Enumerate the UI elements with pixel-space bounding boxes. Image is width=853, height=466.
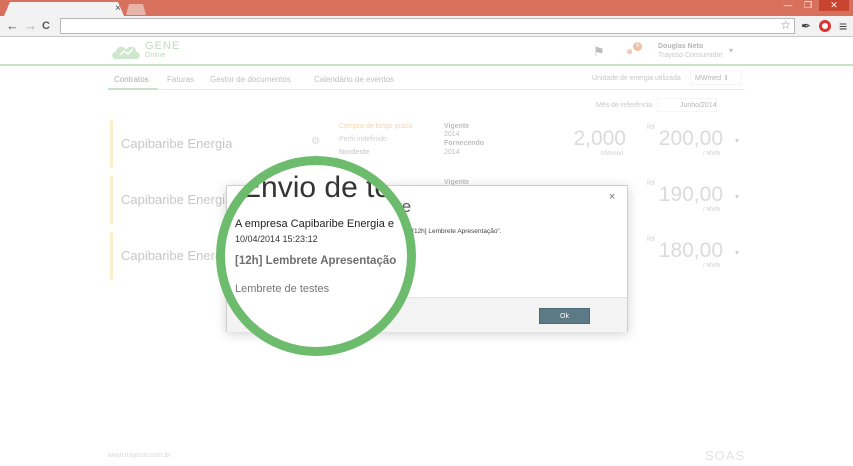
magnified-date: 10/04/2014 15:23:12 (235, 234, 318, 244)
menu-icon[interactable]: ≡ (839, 18, 847, 34)
magnifier-callout: Envio de tes A empresa Capibaribe Energi… (216, 156, 416, 356)
modal-body-text: ete "[12h] Lembrete Apresentação". (399, 228, 502, 235)
ok-button[interactable]: Ok (539, 308, 590, 324)
browser-toolbar: ← → C ☆ ✒ ≡ (0, 16, 853, 37)
reload-icon[interactable]: C (42, 17, 50, 35)
back-arrow-icon[interactable]: ← (6, 17, 19, 35)
magnified-description: Lembrete de testes (235, 283, 330, 295)
bookmark-star-icon[interactable]: ☆ (780, 18, 791, 32)
close-window-button[interactable]: ✕ (819, 0, 849, 11)
minimize-button[interactable]: — (779, 0, 797, 11)
address-bar[interactable]: ☆ (60, 18, 795, 34)
magnified-title: Envio de tes (241, 171, 407, 204)
magnified-subject: [12h] Lembrete Apresentação (235, 255, 397, 267)
eyedropper-icon[interactable]: ✒ (801, 18, 811, 34)
maximize-button[interactable]: ❐ (799, 0, 817, 11)
window-controls: — ❐ ✕ (779, 0, 849, 12)
browser-titlebar: × — ❐ ✕ (0, 0, 853, 16)
forward-arrow-icon[interactable]: → (24, 17, 37, 35)
tab-close-icon[interactable]: × (115, 3, 121, 15)
magnified-company-text: A empresa Capibaribe Energia e (235, 218, 394, 230)
close-icon[interactable]: × (609, 191, 615, 203)
magnified-content: Envio de tes A empresa Capibaribe Energi… (225, 165, 407, 347)
new-tab-button[interactable] (126, 4, 146, 15)
extension-icon[interactable] (819, 20, 831, 32)
browser-tab[interactable]: × (4, 2, 124, 16)
